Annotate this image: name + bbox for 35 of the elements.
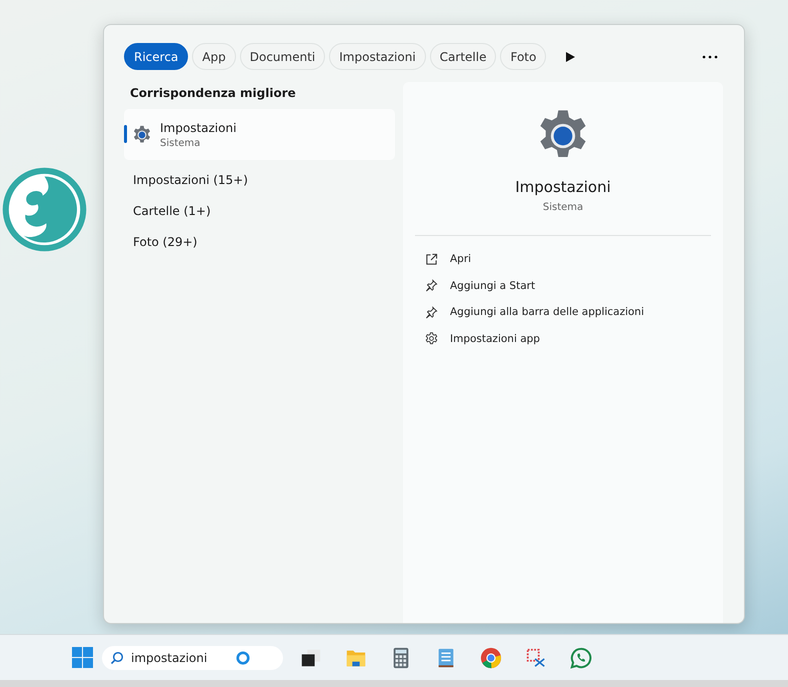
chat-icon[interactable] (570, 646, 592, 668)
more-options-icon[interactable] (702, 54, 718, 60)
play-icon[interactable] (564, 50, 576, 62)
filter-tab[interactable]: Foto (500, 43, 546, 70)
settings-icon (425, 332, 438, 346)
external-link-icon (425, 252, 438, 266)
filter-tab[interactable]: Documenti (240, 43, 326, 70)
filter-tab[interactable]: Impostazioni (329, 43, 426, 70)
ring-icon[interactable] (236, 650, 250, 664)
search-icon (110, 650, 124, 664)
action-link[interactable]: Aggiungi alla barra delle applicazioni (450, 306, 644, 318)
gear-icon (132, 124, 152, 144)
result-subtitle: Sistema (160, 138, 202, 148)
action-link[interactable]: Aggiungi a Start (450, 280, 536, 292)
section-heading: Corrispondenza migliore (130, 86, 297, 100)
filter-tab[interactable]: Ricerca (124, 43, 188, 70)
category-item[interactable]: Cartelle (1+) (124, 195, 395, 226)
category-item[interactable]: Foto (29+) (124, 226, 395, 257)
category-item[interactable]: Impostazioni (15+) (124, 164, 395, 195)
browser-icon[interactable] (480, 646, 502, 668)
filter-tab[interactable]: Cartelle (430, 43, 496, 70)
pin-icon (425, 279, 438, 292)
action-link[interactable]: Apri (450, 253, 472, 266)
action-link[interactable]: Impostazioni app (450, 332, 540, 345)
search-input[interactable]: impostazioni (131, 650, 223, 664)
best-match-item[interactable]: Impostazioni Sistema (124, 109, 395, 160)
filter-tab[interactable]: App (192, 43, 236, 70)
result-title: Impostazioni (160, 120, 236, 134)
pin-icon (425, 306, 438, 319)
windows-logo-icon[interactable] (72, 647, 93, 668)
preview-title: Impostazioni (515, 178, 611, 196)
search-field[interactable]: impostazioni (102, 646, 283, 670)
app-logo-icon (1, 166, 88, 253)
scissors-icon[interactable] (525, 646, 547, 668)
preview-subtitle: Sistema (542, 202, 584, 213)
